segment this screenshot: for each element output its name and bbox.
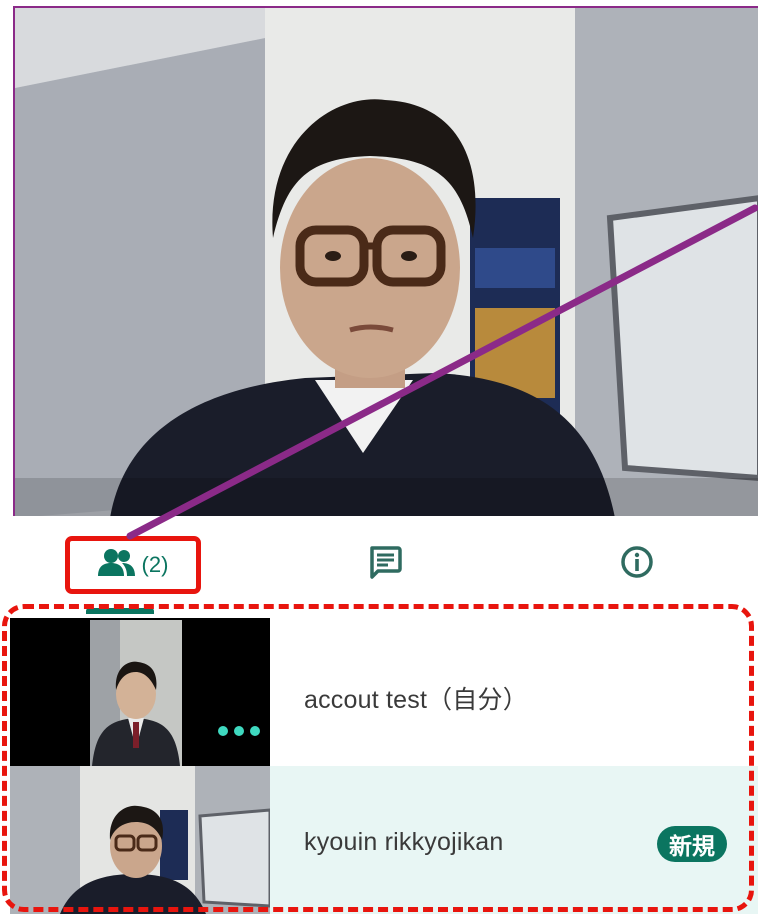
participant-name: kyouin rikkyojikan	[304, 828, 504, 856]
panel-tab-bar: (2)	[13, 516, 758, 614]
participants-list: accout test（自分） kyouin rikkyojikan 新規	[10, 618, 758, 914]
chat-icon	[368, 545, 402, 584]
info-icon	[620, 545, 654, 584]
tab-chat[interactable]	[359, 538, 411, 590]
participant-count: (2)	[141, 552, 169, 577]
participant-thumbnail	[10, 766, 270, 914]
new-badge: 新規	[657, 826, 727, 862]
main-video-feed	[13, 6, 758, 516]
people-icon	[97, 548, 136, 583]
participant-row[interactable]: accout test（自分）	[10, 618, 758, 766]
speaker-video-image	[15, 8, 758, 516]
tab-info[interactable]	[611, 538, 663, 590]
tab-participants[interactable]: (2)	[65, 536, 201, 594]
participant-thumbnail	[10, 618, 270, 766]
participant-row[interactable]: kyouin rikkyojikan 新規	[10, 766, 758, 914]
active-tab-indicator	[86, 608, 154, 614]
more-options-icon[interactable]	[218, 726, 260, 736]
participant-name: accout test（自分）	[304, 686, 528, 714]
